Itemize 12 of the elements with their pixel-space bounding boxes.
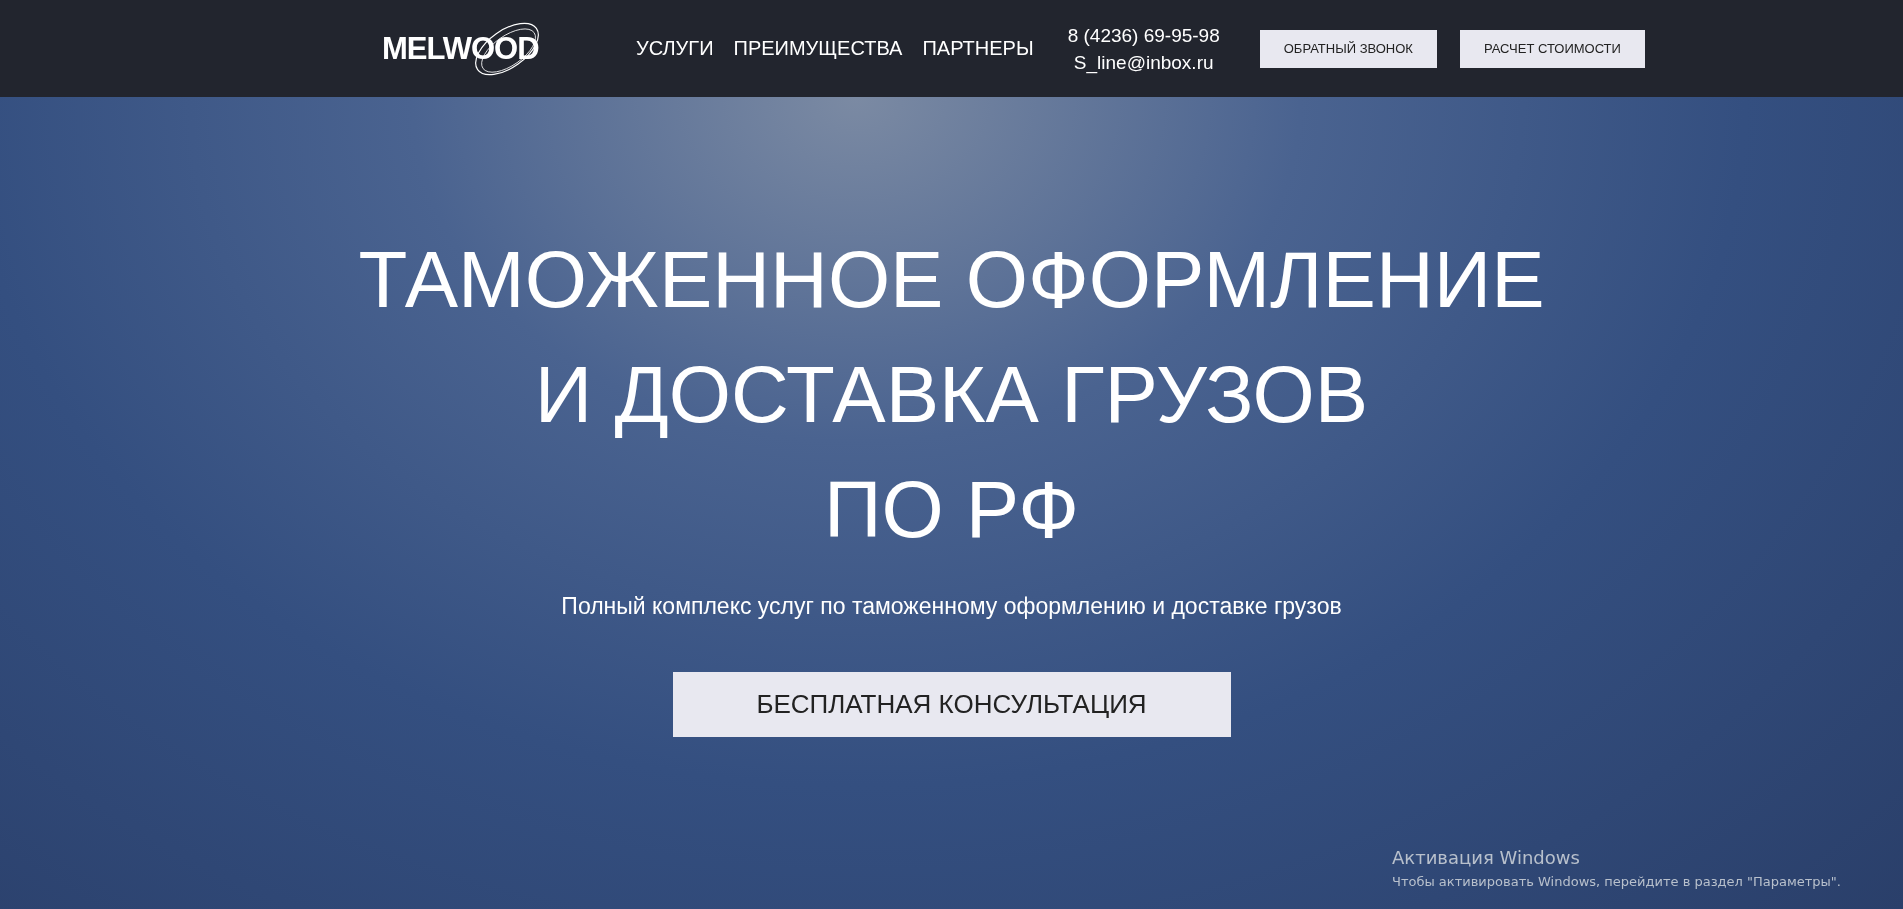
header-button[interactable]: РАСЧЕТ СТОИМОСТИ — [1459, 29, 1645, 68]
email-link[interactable]: S_line@inbox.ru — [1073, 48, 1214, 76]
activation-text: Чтобы активировать Windows, перейдите в раздел "Параметры". — [1392, 874, 1841, 889]
hero-subtitle: Полный комплекс услуг по таможенному оформлению и доставке грузов — [561, 593, 1342, 620]
activation-title: Активация Windows — [1392, 847, 1581, 868]
nav-link[interactable]: ПРЕИМУЩЕСТВА — [733, 37, 903, 60]
nav-link[interactable]: УСЛУГИ — [636, 37, 714, 60]
hero-title: ТАМОЖЕННОЕ ОФОРМЛЕНИЕ И ДОСТАВКА ГРУЗОВ ПО РФ — [358, 234, 1545, 556]
phone-number[interactable]: 8 (4236) 69-95-98 — [1067, 21, 1220, 49]
consultation-button[interactable]: БЕСПЛАТНАЯ КОНСУЛЬТАЦИЯ — [672, 672, 1231, 737]
header-button[interactable]: ОБРАТНЫЙ ЗВОНОК — [1259, 29, 1437, 68]
nav-link[interactable]: ПАРТНЕРЫ — [922, 37, 1034, 60]
